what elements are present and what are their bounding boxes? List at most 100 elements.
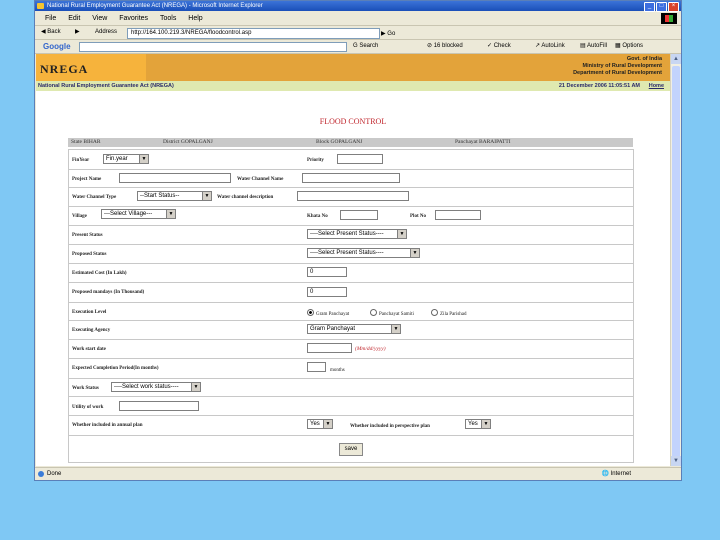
autofill-label: AutoFill	[587, 43, 608, 49]
proposed-status-label: Proposed Status	[72, 252, 107, 257]
scroll-down-icon[interactable]: ▼	[671, 456, 681, 466]
form-row: Work Status ----Select work status---- ▼	[69, 378, 633, 397]
work-start-input[interactable]	[307, 343, 352, 353]
menu-favorites[interactable]: Favorites	[119, 15, 148, 22]
form-row: Proposed Status ----Select Present Statu…	[69, 244, 633, 264]
mandays-input[interactable]: 0	[307, 287, 347, 297]
gov-line-3: Department of Rural Development	[573, 70, 662, 76]
radio-gram-panchayat[interactable]: Gram Panchayat	[307, 309, 349, 317]
google-search-label: Search	[359, 43, 379, 49]
form-row: Whether included in annual plan Yes ▼ Whe…	[69, 415, 633, 436]
form-row: Project Name Water Channel Name	[69, 169, 633, 188]
water-channel-type-select[interactable]: --Start Status-- ▼	[137, 191, 212, 201]
maximize-button[interactable]: □	[656, 2, 667, 12]
annual-plan-select[interactable]: Yes ▼	[307, 419, 333, 429]
autolink-button[interactable]: ↗ AutoLink	[535, 40, 565, 53]
proposed-status-select[interactable]: ----Select Present Status---- ▼	[307, 248, 420, 258]
project-name-label: Project Name	[72, 177, 102, 182]
address-bar: ◀ Back ▶ Address http://164.100.219.3/NR…	[35, 26, 681, 40]
khata-input[interactable]	[340, 210, 378, 220]
form-row: Expected Completion Period(In months) mo…	[69, 358, 633, 379]
nrega-logo: NREGA	[40, 62, 89, 76]
plot-label: Plot No	[410, 214, 426, 219]
spell-check-label: Check	[493, 43, 511, 49]
present-status-select[interactable]: ----Select Present Status---- ▼	[307, 229, 407, 239]
status-bar: Done 🌐 Internet	[35, 467, 681, 480]
zone-text: 🌐 Internet	[601, 471, 632, 477]
water-channel-name-input[interactable]	[302, 173, 400, 183]
perspective-plan-select[interactable]: Yes ▼	[465, 419, 491, 429]
page-done-icon	[38, 471, 44, 477]
utility-input[interactable]	[119, 401, 199, 411]
menu-view[interactable]: View	[92, 15, 107, 22]
present-status-value: ----Select Present Status----	[310, 231, 384, 237]
chevron-down-icon: ▼	[139, 155, 148, 163]
menu-help[interactable]: Help	[188, 15, 202, 22]
plot-input[interactable]	[435, 210, 481, 220]
water-channel-desc-label: Water channel description	[217, 195, 274, 200]
water-channel-name-label: Water Channel Name	[237, 177, 284, 182]
go-label: Go	[387, 31, 396, 37]
popup-blocked-label: 16 blocked	[433, 43, 463, 49]
google-search-input[interactable]	[79, 42, 347, 52]
radio-panchayat-samiti[interactable]: Panchayat Samiti	[370, 309, 414, 317]
project-name-input[interactable]	[119, 173, 231, 183]
executing-agency-value: Gram Panchayat	[310, 326, 356, 332]
scroll-thumb[interactable]	[672, 66, 680, 458]
completion-input[interactable]	[307, 362, 326, 372]
google-logo[interactable]: Google	[43, 40, 71, 53]
priority-input[interactable]	[337, 154, 383, 164]
village-value: ---Select Village---	[104, 211, 153, 217]
form-row: Execution Level Gram Panchayat Panchayat…	[69, 302, 633, 321]
finyear-label: FinYear	[72, 158, 90, 163]
chevron-down-icon: ▼	[481, 420, 490, 428]
form-row: Work start date (Mm/dd/yyyy)	[69, 339, 633, 359]
address-input[interactable]: http://164.100.219.3/NREGA/floodcontrol.…	[127, 28, 380, 39]
date-format-hint: (Mm/dd/yyyy)	[355, 346, 386, 352]
spell-check-button[interactable]: ✓ Check	[487, 40, 511, 53]
menu-edit[interactable]: Edit	[68, 15, 80, 22]
mandays-label: Proposed mandays (In Thousand)	[72, 290, 145, 295]
estimated-cost-label: Estimated Cost (In Lakh)	[72, 271, 127, 276]
location-bar: State BIHAR District GOPALGANJ Block GOP…	[68, 138, 633, 147]
menu-file[interactable]: File	[45, 15, 56, 22]
executing-agency-select[interactable]: Gram Panchayat ▼	[307, 324, 401, 334]
radio-zila-parishad[interactable]: Zila Parishad	[431, 309, 467, 317]
present-status-label: Present Status	[72, 233, 103, 238]
form-row: Water Channel Type --Start Status-- ▼ Wat…	[69, 187, 633, 207]
scroll-up-icon[interactable]: ▲	[671, 54, 681, 64]
popup-blocked-button[interactable]: ⊘ 16 blocked	[427, 40, 463, 53]
work-status-select[interactable]: ----Select work status---- ▼	[111, 382, 201, 392]
menu-tools[interactable]: Tools	[160, 15, 176, 22]
chevron-down-icon: ▼	[166, 210, 175, 218]
options-button[interactable]: ▦ Options	[615, 40, 643, 53]
vertical-scrollbar[interactable]: ▲ ▼	[670, 54, 681, 466]
nrega-header: NREGA Govt. of India Ministry of Rural D…	[36, 54, 670, 81]
minimize-button[interactable]: _	[644, 2, 655, 12]
autolink-label: AutoLink	[541, 43, 565, 49]
water-channel-desc-input[interactable]	[297, 191, 409, 201]
act-title: National Rural Employment Guarantee Act …	[38, 83, 174, 89]
estimated-cost-input[interactable]: 0	[307, 267, 347, 277]
back-label: Back	[47, 29, 61, 35]
form-row: FinYear Fin.year ▼ Priority	[69, 150, 633, 170]
chevron-down-icon: ▼	[410, 249, 419, 257]
months-label: months	[330, 368, 345, 373]
home-link[interactable]: Home	[649, 81, 664, 91]
back-button[interactable]: ◀ Back	[41, 28, 61, 37]
save-button[interactable]: save	[339, 443, 363, 456]
autofill-button[interactable]: ▤ AutoFill	[580, 40, 607, 53]
close-button[interactable]: ×	[668, 2, 679, 12]
form-row: Present Status ----Select Present Status…	[69, 225, 633, 245]
completion-label: Expected Completion Period(In months)	[72, 366, 159, 371]
title-bar: National Rural Employment Guarantee Act …	[35, 1, 681, 12]
window-title: National Rural Employment Guarantee Act …	[47, 3, 263, 9]
ie-icon	[37, 3, 44, 9]
village-select[interactable]: ---Select Village--- ▼	[101, 209, 176, 219]
google-search-button[interactable]: G Search	[353, 40, 378, 53]
gov-heading: Govt. of India Ministry of Rural Develop…	[573, 56, 662, 77]
finyear-select[interactable]: Fin.year ▼	[103, 154, 149, 164]
radio-gram-panchayat-label: Gram Panchayat	[316, 312, 350, 317]
block-label: Block GOPALGANJ	[316, 139, 363, 145]
forward-button[interactable]: ▶	[75, 28, 80, 37]
